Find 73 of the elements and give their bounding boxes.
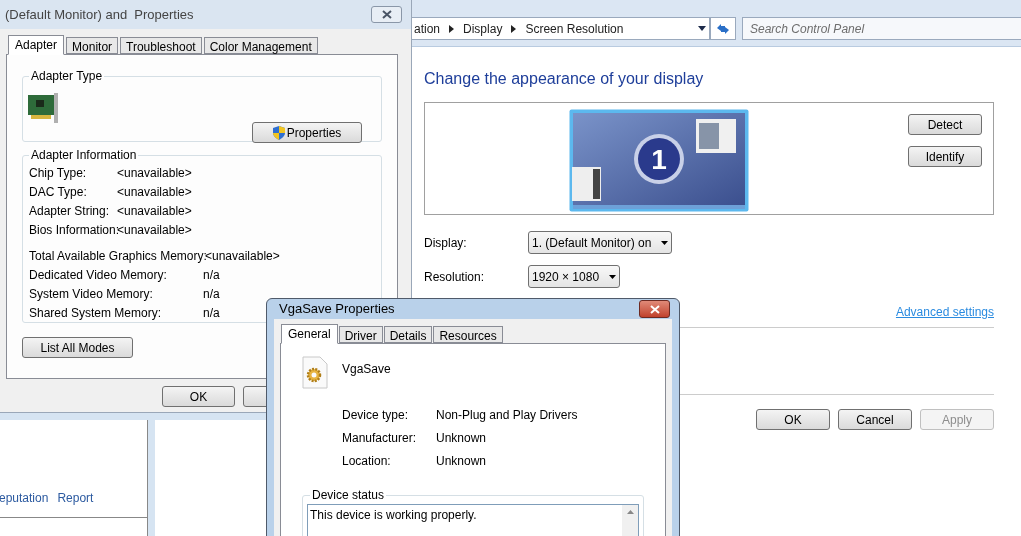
- info-label: DAC Type:: [29, 184, 88, 201]
- memory-label: Shared System Memory:: [29, 305, 163, 322]
- group-legend: Adapter Information: [29, 146, 139, 164]
- tab[interactable]: General: [281, 324, 338, 344]
- info-value: <unavailable>: [117, 184, 192, 201]
- close-icon: [381, 10, 392, 19]
- chevron-icon: [449, 24, 455, 33]
- tab[interactable]: Driver: [338, 326, 383, 343]
- group-legend: Device status: [310, 486, 387, 504]
- dialog-button[interactable]: OK: [756, 409, 830, 430]
- address-bar[interactable]: ation Display Screen Resolution: [410, 17, 710, 40]
- memory-value: n/a: [203, 305, 220, 322]
- tab[interactable]: Resources: [433, 326, 503, 343]
- dropdown[interactable]: 1920 × 1080: [528, 265, 621, 288]
- property-label: Location:: [342, 452, 392, 470]
- list-all-modes-button[interactable]: List All Modes: [22, 337, 133, 358]
- page-heading: Change the appearance of your display: [424, 69, 705, 89]
- caret-icon: [609, 274, 617, 279]
- shield-icon: [272, 125, 285, 140]
- memory-label: Dedicated Video Memory:: [29, 267, 168, 284]
- ok-button[interactable]: OK: [162, 386, 235, 407]
- breadcrumb-item[interactable]: Display: [463, 19, 503, 38]
- memory-value: n/a: [203, 286, 220, 303]
- field-label: Resolution:: [424, 268, 486, 286]
- close-button[interactable]: [371, 6, 402, 23]
- tab[interactable]: Details: [383, 326, 433, 343]
- property-value: Unknown: [436, 452, 487, 470]
- side-button[interactable]: Detect: [908, 114, 982, 135]
- tab[interactable]: Adapter: [8, 35, 65, 55]
- chevron-icon: [511, 24, 517, 33]
- close-button[interactable]: [639, 300, 670, 318]
- dropdown-arrow-icon[interactable]: [698, 26, 706, 31]
- dropdown[interactable]: 1. (Default Monitor) on: [528, 231, 673, 254]
- group-legend: Adapter Type: [29, 67, 105, 85]
- breadcrumb-item[interactable]: ation: [414, 19, 441, 38]
- graphics-card-icon: [28, 93, 60, 123]
- window-title: (Default Monitor) and Properties: [5, 5, 194, 24]
- info-value: <unavailable>: [117, 203, 192, 220]
- breadcrumb-item[interactable]: Screen Resolution: [525, 19, 624, 38]
- info-value: <unavailable>: [117, 165, 192, 182]
- advanced-settings-link[interactable]: Advanced settings: [895, 303, 994, 321]
- tab[interactable]: Troubleshoot: [120, 37, 202, 54]
- side-button[interactable]: Identify: [908, 146, 982, 167]
- monitor-drawing[interactable]: 1: [569, 109, 749, 212]
- memory-label: Total Available Graphics Memory:: [29, 248, 205, 265]
- properties-button[interactable]: Properties: [252, 122, 362, 143]
- memory-value: <unavailable>: [205, 248, 280, 265]
- tab[interactable]: Color Management: [203, 37, 318, 54]
- close-icon: [649, 304, 660, 314]
- info-label: Chip Type:: [29, 165, 88, 182]
- property-value: Non-Plug and Play Drivers: [436, 406, 578, 424]
- caret-icon: [661, 240, 669, 245]
- tab[interactable]: Monitor: [66, 37, 119, 54]
- property-label: Manufacturer:: [342, 429, 418, 447]
- gear-document-icon: [302, 356, 328, 389]
- memory-label: System Video Memory:: [29, 286, 154, 303]
- scroll-up-icon: [626, 510, 634, 514]
- footer-link[interactable]: eputation: [0, 489, 49, 507]
- scrollbar[interactable]: [622, 505, 638, 536]
- status-text-box[interactable]: This device is working properly.: [307, 504, 639, 536]
- search-field[interactable]: Search Control Panel: [742, 17, 1021, 40]
- info-label: Bios Information:: [29, 222, 117, 239]
- field-label: Display:: [424, 234, 468, 252]
- device-name: VgaSave: [342, 361, 391, 378]
- property-label: Device type:: [342, 406, 410, 424]
- refresh-button[interactable]: [710, 17, 736, 40]
- footer-link[interactable]: Report: [57, 489, 94, 507]
- window-title: VgaSave Properties: [279, 300, 395, 319]
- memory-value: n/a: [203, 267, 220, 284]
- property-value: Unknown: [436, 429, 487, 447]
- info-label: Adapter String:: [29, 203, 111, 220]
- info-value: <unavailable>: [117, 222, 192, 239]
- dialog-button[interactable]: Cancel: [838, 409, 912, 430]
